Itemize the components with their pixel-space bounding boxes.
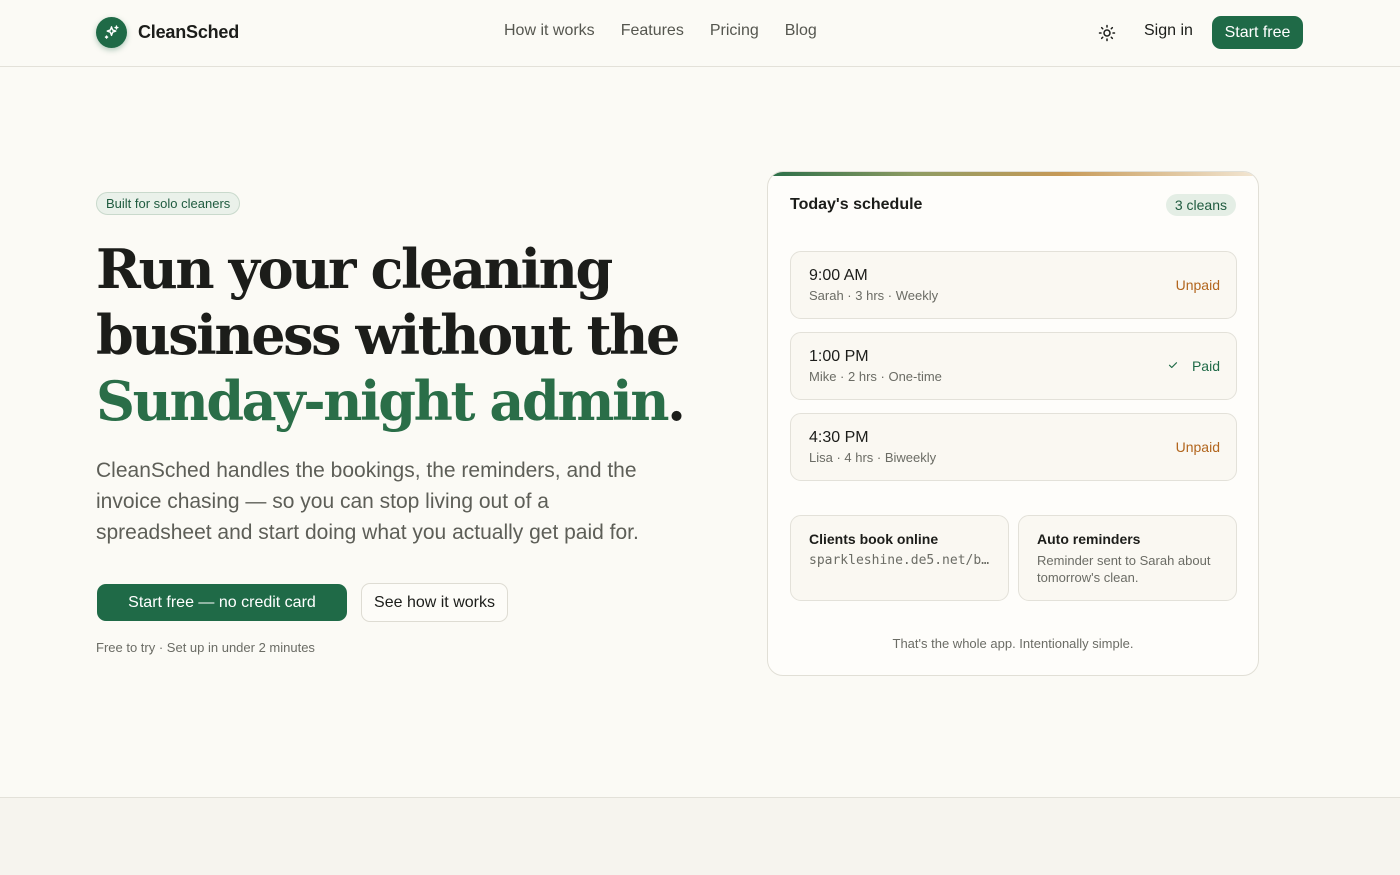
online-booking-tile: Clients book online sparkleshine.de5.net…	[790, 515, 1009, 601]
payment-status-label: Unpaid	[1175, 277, 1220, 293]
top-nav: CleanSched How it works Features Pricing…	[0, 0, 1400, 67]
headline-text: Run your cleaning business without the	[96, 237, 680, 367]
hero-fineprint: Free to try · Set up in under 2 minutes	[96, 640, 315, 655]
clean-count-badge: 3 cleans	[1165, 194, 1236, 216]
checkmark-icon	[1167, 358, 1179, 374]
audience-badge: Built for solo cleaners	[96, 192, 241, 215]
auto-reminders-title: Auto reminders	[1037, 531, 1141, 547]
booking-link[interactable]: sparkleshine.de5.net/book	[809, 553, 994, 568]
schedule-item-time: 9:00 AM	[809, 267, 868, 284]
schedule-preview-card: Today's schedule 3 cleans 9:00 AM Sarah …	[767, 171, 1259, 676]
hero-headline: Run your cleaning business without the S…	[96, 236, 736, 434]
auto-reminders-tile: Auto reminders Reminder sent to Sarah ab…	[1018, 515, 1237, 601]
next-section-edge	[0, 797, 1400, 875]
start-free-button[interactable]: Start free	[1212, 16, 1303, 49]
nav-link-features[interactable]: Features	[621, 22, 684, 40]
schedule-item-meta: Sarah · 3 hrs · Weekly	[809, 288, 939, 303]
headline-accent: Sunday-night admin	[96, 369, 669, 433]
brand[interactable]: CleanSched	[96, 17, 239, 48]
sign-in-link[interactable]: Sign in	[1144, 22, 1193, 40]
nav-link-blog[interactable]: Blog	[785, 22, 817, 40]
online-booking-title: Clients book online	[809, 531, 939, 547]
sun-icon[interactable]	[1097, 23, 1117, 43]
schedule-item[interactable]: 9:00 AM Sarah · 3 hrs · Weekly Unpaid	[790, 251, 1237, 319]
schedule-item[interactable]: 1:00 PM Mike · 2 hrs · One-time Paid	[790, 332, 1237, 400]
schedule-item[interactable]: 4:30 PM Lisa · 4 hrs · Biweekly Unpaid	[790, 413, 1237, 481]
hero-lead: CleanSched handles the bookings, the rem…	[96, 459, 639, 544]
brand-name: CleanSched	[138, 22, 240, 42]
sparkle-icon	[96, 17, 127, 48]
nav-link-pricing[interactable]: Pricing	[710, 22, 759, 40]
see-how-it-works-button[interactable]: See how it works	[361, 583, 508, 622]
payment-status-label: Unpaid	[1175, 439, 1220, 455]
start-free-no-card-button[interactable]: Start free — no credit card	[97, 584, 347, 621]
schedule-item-time: 4:30 PM	[809, 429, 869, 446]
nav-link-how-it-works[interactable]: How it works	[504, 22, 595, 40]
schedule-item-meta: Lisa · 4 hrs · Biweekly	[809, 450, 937, 465]
headline-period: .	[667, 369, 686, 433]
card-accent-bar	[768, 172, 1258, 176]
card-footer-note: That's the whole app. Intentionally simp…	[892, 636, 1134, 651]
nav-links: How it works Features Pricing Blog	[504, 22, 817, 40]
payment-status: Paid	[1167, 358, 1220, 374]
schedule-item-time: 1:00 PM	[809, 348, 869, 365]
auto-reminders-text: Reminder sent to Sarah about tomorrow's …	[1037, 553, 1211, 585]
schedule-item-meta: Mike · 2 hrs · One-time	[809, 369, 942, 384]
schedule-title: Today's schedule	[790, 196, 923, 213]
payment-status-label: Paid	[1191, 358, 1220, 374]
payment-status: Unpaid	[1176, 277, 1220, 293]
payment-status: Unpaid	[1176, 439, 1220, 455]
